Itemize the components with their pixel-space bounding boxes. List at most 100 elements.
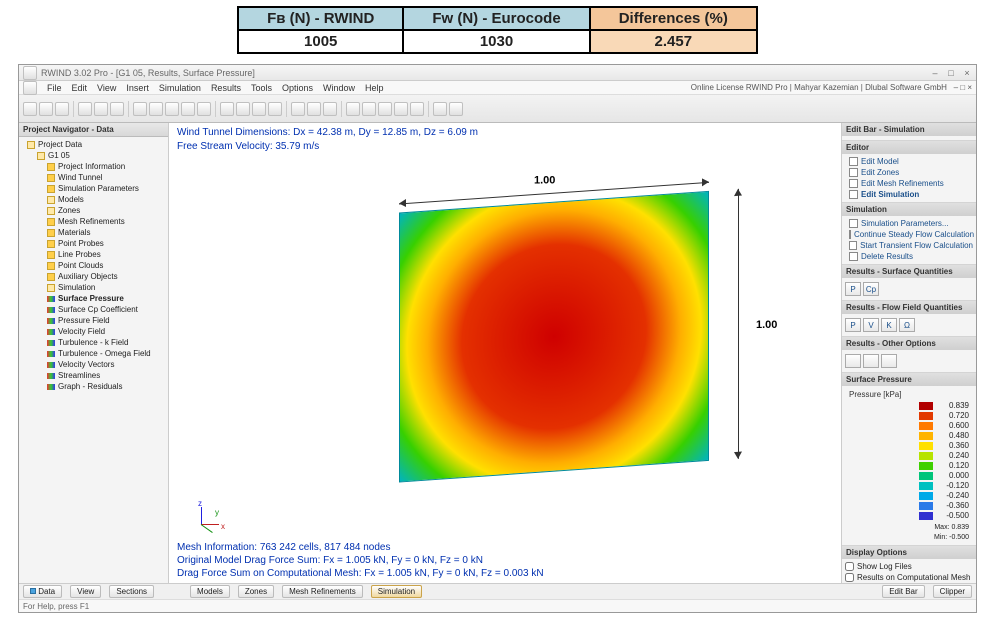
- surfq-cp-button[interactable]: Cp: [863, 282, 879, 296]
- menu-insert[interactable]: Insert: [126, 83, 149, 93]
- tree-zones[interactable]: Zones: [23, 205, 166, 216]
- tb-new-icon[interactable]: [23, 102, 37, 116]
- tree-turb-omega[interactable]: Turbulence - Omega Field: [23, 348, 166, 359]
- tb-side-view-icon[interactable]: [252, 102, 266, 116]
- tree-surface-pressure[interactable]: Surface Pressure: [23, 293, 166, 304]
- tb-pan-icon[interactable]: [181, 102, 195, 116]
- tree-residuals[interactable]: Graph - Residuals: [23, 381, 166, 392]
- tb-print-icon[interactable]: [78, 102, 92, 116]
- tb-top-view-icon[interactable]: [268, 102, 282, 116]
- menu-file[interactable]: File: [47, 83, 62, 93]
- menu-results[interactable]: Results: [211, 83, 241, 93]
- tree-velocity-vectors[interactable]: Velocity Vectors: [23, 359, 166, 370]
- menu-simulation[interactable]: Simulation: [159, 83, 201, 93]
- chk-res-compmesh[interactable]: Results on Computational Mesh: [845, 572, 973, 583]
- ffq-p-button[interactable]: P: [845, 318, 861, 332]
- tb-section-icon[interactable]: [394, 102, 408, 116]
- edit-zones-button[interactable]: Edit Zones: [845, 167, 973, 178]
- tree-surface-cp[interactable]: Surface Cp Coefficient: [23, 304, 166, 315]
- pressure-heatmap: [399, 191, 709, 483]
- centertab-mesh[interactable]: Mesh Refinements: [282, 585, 363, 598]
- vp-drag-mesh: Drag Force Sum on Computational Mesh: Fx…: [177, 568, 544, 579]
- tree-models[interactable]: Models: [23, 194, 166, 205]
- chk-res-compmesh-box[interactable]: [845, 573, 854, 582]
- tb-open-icon[interactable]: [39, 102, 53, 116]
- centertab-zones[interactable]: Zones: [238, 585, 274, 598]
- tree-case[interactable]: G1 05: [23, 150, 166, 161]
- lefttab-view[interactable]: View: [70, 585, 101, 598]
- doc-close-button[interactable]: ×: [967, 83, 972, 92]
- menu-tools[interactable]: Tools: [251, 83, 272, 93]
- tb-legend-icon[interactable]: [362, 102, 376, 116]
- viewport-3d[interactable]: Wind Tunnel Dimensions: Dx = 42.38 m, Dy…: [169, 123, 841, 583]
- lefttab-data[interactable]: Data: [23, 585, 62, 598]
- minimize-button[interactable]: –: [930, 68, 940, 78]
- chk-show-log[interactable]: Show Log Files: [845, 561, 973, 572]
- tb-undo-icon[interactable]: [94, 102, 108, 116]
- start-transient-button[interactable]: Start Transient Flow Calculation: [845, 240, 973, 251]
- roo-btn-1[interactable]: [845, 354, 861, 368]
- tree-line-probes[interactable]: Line Probes: [23, 249, 166, 260]
- tb-stop-icon[interactable]: [323, 102, 337, 116]
- continue-steady-button[interactable]: Continue Steady Flow Calculation: [845, 229, 973, 240]
- tree-velocity-field[interactable]: Velocity Field: [23, 326, 166, 337]
- delete-results-button[interactable]: Delete Results: [845, 251, 973, 262]
- tb-zoom-fit-icon[interactable]: [133, 102, 147, 116]
- tb-run-icon[interactable]: [307, 102, 321, 116]
- tree-sim-params[interactable]: Simulation Parameters: [23, 183, 166, 194]
- tb-zoom-out-icon[interactable]: [165, 102, 179, 116]
- tb-mesh-icon[interactable]: [291, 102, 305, 116]
- tree-wind-tunnel[interactable]: Wind Tunnel: [23, 172, 166, 183]
- menu-options[interactable]: Options: [282, 83, 313, 93]
- centertab-simulation[interactable]: Simulation: [371, 585, 422, 598]
- lefttab-sections[interactable]: Sections: [109, 585, 154, 598]
- righttab-editbar[interactable]: Edit Bar: [882, 585, 924, 598]
- edit-model-button[interactable]: Edit Model: [845, 156, 973, 167]
- ffq-k-button[interactable]: K: [881, 318, 897, 332]
- tb-probe-icon[interactable]: [378, 102, 392, 116]
- tree-mesh-ref[interactable]: Mesh Refinements: [23, 216, 166, 227]
- titlebar[interactable]: RWIND 3.02 Pro - [G1 05, Results, Surfac…: [19, 65, 976, 81]
- tb-redo-icon[interactable]: [110, 102, 124, 116]
- centertab-models[interactable]: Models: [190, 585, 230, 598]
- tree-project-info[interactable]: Project Information: [23, 161, 166, 172]
- tb-front-view-icon[interactable]: [236, 102, 250, 116]
- sim-params-button[interactable]: Simulation Parameters...: [845, 218, 973, 229]
- doc-maximize-button[interactable]: □: [960, 83, 965, 92]
- tb-save-icon[interactable]: [55, 102, 69, 116]
- ffq-w-button[interactable]: Ω: [899, 318, 915, 332]
- tree-pressure-field[interactable]: Pressure Field: [23, 315, 166, 326]
- menu-help[interactable]: Help: [365, 83, 384, 93]
- edit-simulation-button[interactable]: Edit Simulation: [845, 189, 973, 200]
- play-icon: [849, 241, 857, 250]
- edit-meshref-button[interactable]: Edit Mesh Refinements: [845, 178, 973, 189]
- menu-window[interactable]: Window: [323, 83, 355, 93]
- tree-aux-objects[interactable]: Auxiliary Objects: [23, 271, 166, 282]
- tree-point-clouds[interactable]: Point Clouds: [23, 260, 166, 271]
- tb-help-icon[interactable]: [449, 102, 463, 116]
- tree-turb-k[interactable]: Turbulence - k Field: [23, 337, 166, 348]
- tb-streamline-icon[interactable]: [410, 102, 424, 116]
- surfq-p-button[interactable]: P: [845, 282, 861, 296]
- tree-simulation[interactable]: Simulation: [23, 282, 166, 293]
- doc-minimize-button[interactable]: –: [954, 83, 958, 92]
- maximize-button[interactable]: □: [946, 68, 956, 78]
- navigator-header: Project Navigator - Data: [19, 123, 168, 137]
- tb-results-icon[interactable]: [346, 102, 360, 116]
- tree-point-probes[interactable]: Point Probes: [23, 238, 166, 249]
- tb-iso-view-icon[interactable]: [220, 102, 234, 116]
- tb-settings-icon[interactable]: [433, 102, 447, 116]
- tree-streamlines[interactable]: Streamlines: [23, 370, 166, 381]
- close-button[interactable]: ×: [962, 68, 972, 78]
- tb-zoom-in-icon[interactable]: [149, 102, 163, 116]
- chk-show-log-box[interactable]: [845, 562, 854, 571]
- righttab-clipper[interactable]: Clipper: [933, 585, 972, 598]
- menu-view[interactable]: View: [97, 83, 116, 93]
- ffq-v-button[interactable]: V: [863, 318, 879, 332]
- tree-materials[interactable]: Materials: [23, 227, 166, 238]
- roo-btn-2[interactable]: [863, 354, 879, 368]
- roo-btn-3[interactable]: [881, 354, 897, 368]
- tree-project-root[interactable]: Project Data: [23, 139, 166, 150]
- tb-rotate-icon[interactable]: [197, 102, 211, 116]
- menu-edit[interactable]: Edit: [72, 83, 88, 93]
